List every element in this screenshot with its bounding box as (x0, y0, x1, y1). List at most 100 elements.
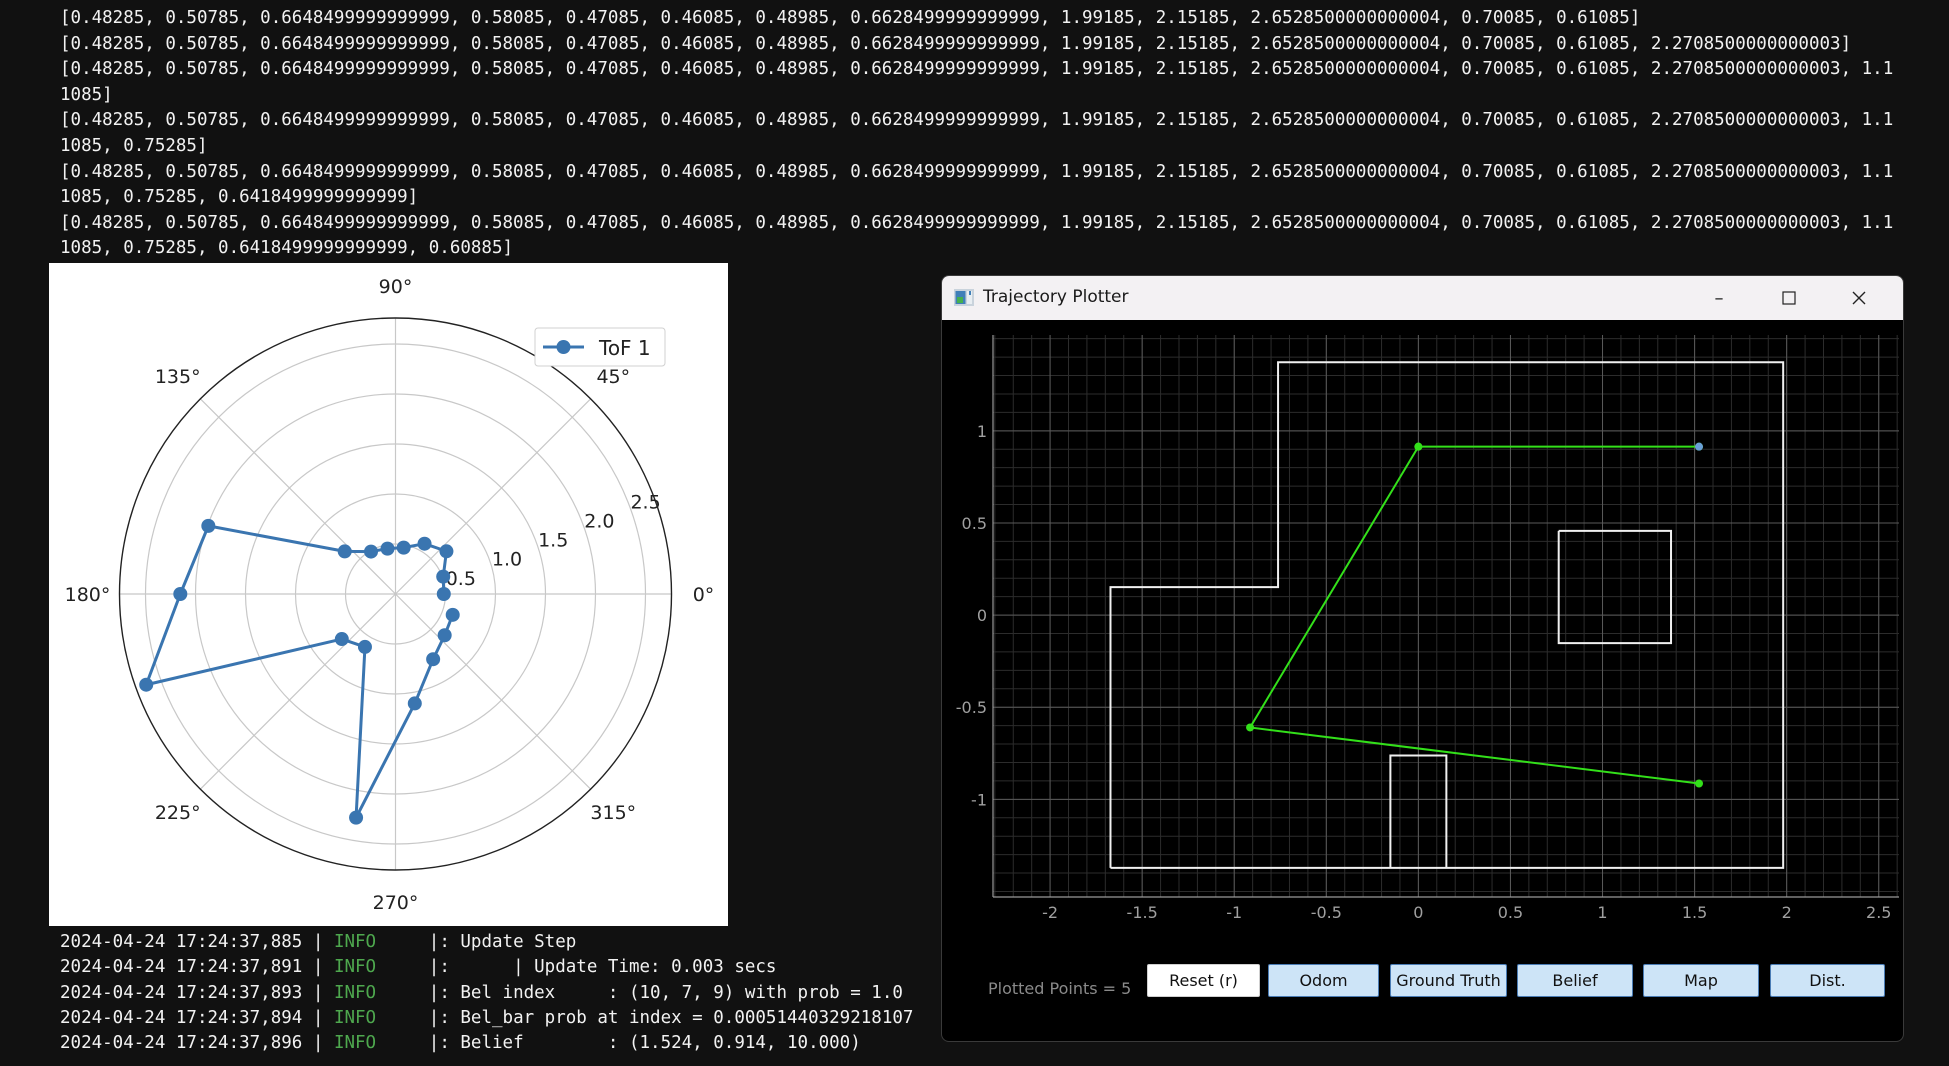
terminal-line: [0.48285, 0.50785, 0.6648499999999999, 0… (60, 212, 1894, 233)
theta-grid-line (395, 593, 592, 790)
log-timestamp: 2024-04-24 17:24:37,891 (60, 957, 303, 978)
theta-tick-label: 0° (693, 584, 715, 606)
data-point (349, 810, 364, 825)
odom-point (1246, 723, 1255, 732)
data-point (396, 540, 411, 555)
dist-button[interactable]: Dist. (1770, 964, 1885, 997)
log-level: INFO (333, 957, 377, 978)
log-line: 2024-04-24 17:24:37,896 | INFO |: Belief… (60, 1033, 861, 1054)
log-line: 2024-04-24 17:24:37,894 | INFO |: Bel_ba… (60, 1007, 914, 1028)
y-tick-label: 0 (977, 606, 987, 625)
log-message: : Update Step (439, 932, 577, 952)
data-point (407, 696, 422, 711)
data-point (337, 544, 352, 559)
close-button[interactable] (1824, 276, 1894, 320)
x-tick-label: 1.5 (1682, 903, 1707, 922)
odom-point (1695, 779, 1704, 788)
close-icon (1852, 291, 1866, 305)
map-button[interactable]: Map (1643, 964, 1759, 997)
log-level: INFO (333, 1007, 377, 1028)
maximize-button[interactable] (1754, 276, 1824, 320)
terminal-line: 1085] (60, 84, 113, 105)
maximize-icon (1782, 291, 1796, 305)
terminal-line: 1085, 0.75285, 0.6418499999999999, 0.608… (60, 238, 514, 259)
log-message: : Belief : (1.524, 0.914, 10.000) (439, 1033, 861, 1054)
plotter-controls: Plotted Points = 5 Reset (r) Odom Ground… (942, 964, 1903, 1010)
x-tick-label: -0.5 (1311, 903, 1342, 922)
data-point (436, 587, 451, 601)
log-timestamp: 2024-04-24 17:24:37,893 (60, 982, 303, 1003)
data-point (436, 569, 451, 584)
polar-plot-image: 0° 45° 90° 135° 180° 225° 270° 315° 0.5 1.0 1.5 2.… (49, 263, 728, 926)
log-message: : Bel index : (10, 7, 9) with prob = 1.0 (439, 982, 903, 1003)
data-point (437, 628, 452, 643)
terminal-line: [0.48285, 0.50785, 0.6648499999999999, 0… (60, 110, 1894, 131)
x-tick-label: 0 (1413, 903, 1423, 922)
y-tick-label: -1 (971, 790, 987, 809)
log-line: 2024-04-24 17:24:37,891 | INFO |: | Upda… (60, 957, 777, 978)
odom-point (1414, 442, 1423, 451)
r-tick-label: 1.5 (538, 530, 568, 552)
log-level: INFO (333, 932, 377, 952)
log-timestamp: 2024-04-24 17:24:37,896 (60, 1033, 303, 1054)
data-point (439, 544, 454, 559)
data-point (173, 587, 188, 601)
data-point (357, 639, 372, 654)
log-line: 2024-04-24 17:24:37,885 | INFO |: Update… (60, 932, 577, 952)
y-tick-labels: -1 -0.5 0 0.5 1 (956, 422, 987, 810)
log-message: : Bel_bar prob at index = 0.000514403292… (439, 1007, 914, 1028)
trajectory-plotter-window[interactable]: Trajectory Plotter – -2 -1.5 -1 -0.5 0 0.5 1 1.… (941, 275, 1904, 1042)
series-line-tof-1 (144, 524, 455, 820)
terminal-line: [0.48285, 0.50785, 0.6648499999999999, 0… (60, 161, 1894, 182)
data-point (380, 541, 395, 556)
terminal-line: [0.48285, 0.50785, 0.6648499999999999, 0… (60, 8, 1641, 28)
theta-tick-label: 135° (155, 366, 201, 388)
data-point (139, 677, 154, 692)
data-point (445, 607, 460, 622)
minimize-button[interactable]: – (1684, 276, 1754, 320)
theta-tick-label: 225° (155, 802, 201, 824)
r-tick-label: 2.5 (630, 491, 660, 513)
belief-point (1695, 442, 1704, 451)
theta-tick-label: 45° (596, 366, 630, 388)
log-level: INFO (333, 982, 377, 1003)
data-point (364, 544, 379, 559)
terminal-line: [0.48285, 0.50785, 0.6648499999999999, 0… (60, 33, 1852, 54)
theta-tick-label: 270° (373, 892, 419, 914)
trajectory-plot[interactable]: -2 -1.5 -1 -0.5 0 0.5 1 1.5 2 2.5 -1 -0.5 0 0.5 1 (942, 320, 1903, 960)
legend-label: ToF 1 (598, 336, 651, 360)
theta-tick-label: 180° (65, 584, 111, 606)
title-bar[interactable]: Trajectory Plotter – (942, 276, 1903, 320)
ground-truth-button[interactable]: Ground Truth (1390, 964, 1507, 997)
polar-grid (118, 317, 673, 871)
log-timestamp: 2024-04-24 17:24:37,885 (60, 932, 303, 952)
r-tick-labels: 0.5 1.0 1.5 2.0 2.5 (446, 491, 661, 590)
x-tick-label: -1 (1226, 903, 1242, 922)
x-tick-label: -1.5 (1127, 903, 1158, 922)
y-tick-label: 0.5 (962, 514, 987, 533)
terminal-line: 1085, 0.75285, 0.6418499999999999] (60, 187, 419, 208)
theta-tick-labels: 0° 45° 90° 135° 180° 225° 270° 315° (65, 276, 715, 914)
legend: ToF 1 (534, 327, 666, 367)
terminal-line: 1085, 0.75285] (60, 135, 208, 156)
y-tick-label: -0.5 (956, 698, 987, 717)
r-tick-label: 1.0 (492, 549, 522, 571)
x-tick-label: 2 (1782, 903, 1792, 922)
x-tick-label: 1 (1597, 903, 1607, 922)
theta-grid-line (199, 593, 396, 790)
y-tick-label: 1 (977, 422, 987, 441)
reset-button[interactable]: Reset (r) (1147, 964, 1260, 997)
log-timestamp: 2024-04-24 17:24:37,894 (60, 1007, 303, 1028)
odom-button[interactable]: Odom (1268, 964, 1379, 997)
log-level: INFO (333, 1033, 377, 1054)
minimize-icon: – (1714, 287, 1724, 309)
belief-button[interactable]: Belief (1517, 964, 1633, 997)
window-title: Trajectory Plotter (983, 287, 1129, 307)
legend-marker-icon (556, 340, 571, 354)
data-point (426, 652, 441, 667)
x-tick-label: 2.5 (1866, 903, 1891, 922)
plotted-points-label: Plotted Points = 5 (988, 979, 1132, 998)
data-point (334, 632, 349, 647)
r-tick-label: 0.5 (446, 568, 476, 590)
log-line: 2024-04-24 17:24:37,893 | INFO |: Bel in… (60, 982, 903, 1003)
